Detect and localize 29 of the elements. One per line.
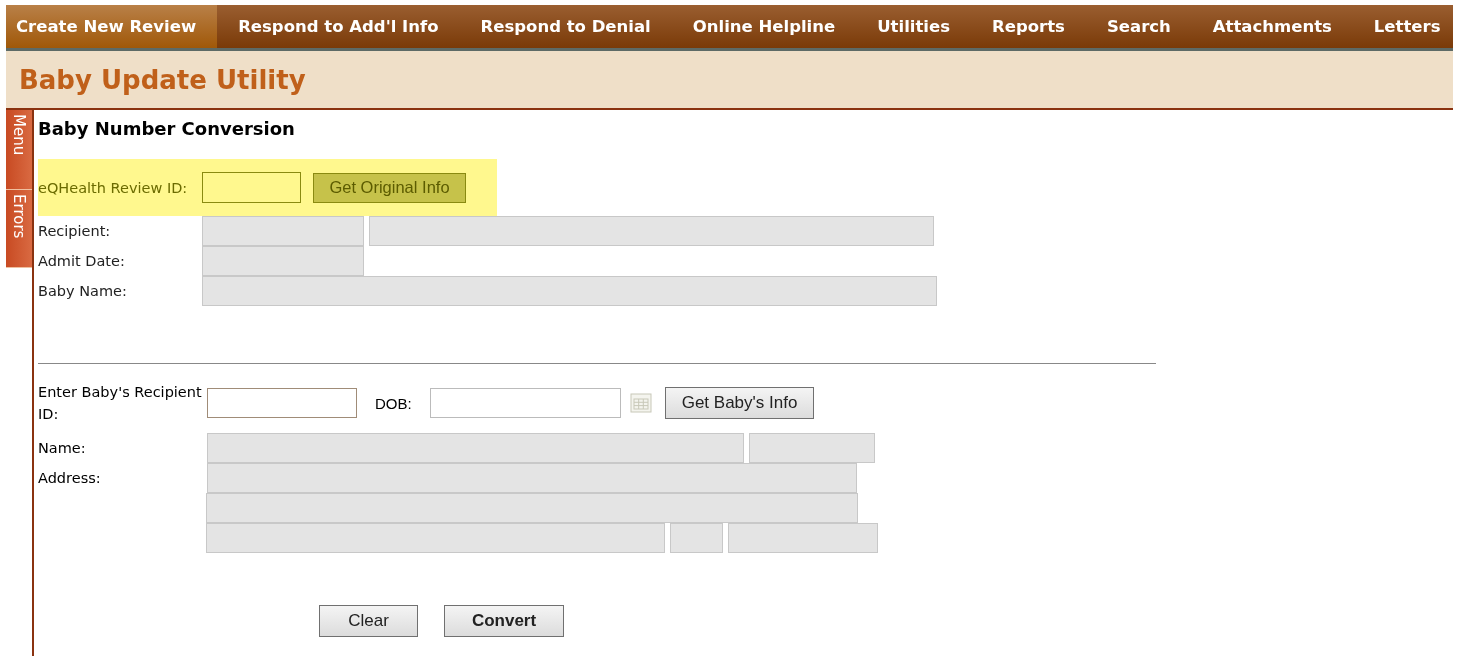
nav-tab[interactable]: Utilities [867, 5, 972, 48]
get-babys-info-button[interactable]: Get Baby's Info [664, 387, 815, 419]
clear-button[interactable]: Clear [319, 605, 418, 637]
dob-field[interactable] [429, 388, 621, 418]
nav-tab[interactable]: Respond to Add'l Info [228, 5, 460, 48]
nav-tab[interactable]: Respond to Denial [470, 5, 672, 48]
nav-tab[interactable]: Search [1096, 5, 1192, 48]
nav-tab[interactable]: Attachments [1202, 5, 1353, 48]
side-tab[interactable]: Menu [6, 110, 32, 190]
field-label: Admit Date: [38, 252, 126, 271]
review-id-field[interactable] [202, 172, 301, 203]
field-label: Address: [38, 469, 102, 488]
field-label: eQHealth Review ID: [38, 178, 189, 198]
field-label: Recipient: [38, 222, 112, 241]
nav-tab[interactable]: Letters [1363, 5, 1459, 48]
side-tab[interactable]: Errors [6, 190, 32, 268]
recipient-id-field[interactable] [207, 388, 357, 418]
nav-tab[interactable]: Create New Review [6, 5, 218, 48]
calendar-icon[interactable] [629, 393, 652, 413]
field-label: Baby Name: [38, 282, 128, 301]
page-title: Baby Update Utility [19, 64, 306, 95]
convert-button[interactable]: Convert [444, 605, 564, 637]
nav-tab[interactable]: Online Helpline [682, 5, 857, 48]
get-original-info-button[interactable]: Get Original Info [313, 172, 466, 203]
field-label: Name: [38, 439, 87, 458]
field-label: Enter Baby's Recipient ID: [38, 383, 203, 424]
field-label: DOB: [375, 394, 412, 412]
section-title: Baby Number Conversion [38, 118, 296, 139]
nav-tab[interactable]: Reports [982, 5, 1086, 48]
